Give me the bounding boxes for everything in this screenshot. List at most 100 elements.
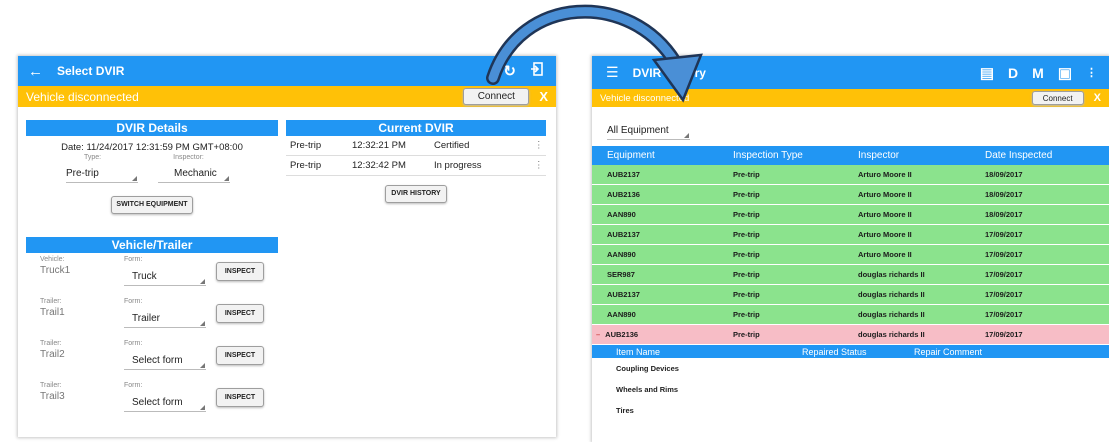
equipment-row: Trailer: Trail2 Form: Select form INSPECT [26,337,278,379]
inspect-button[interactable]: INSPECT [216,346,264,365]
inspection-type-cell: Pre-trip [733,330,760,339]
inspector-cell: Arturo Moore II [858,210,912,219]
inspector-cell: Arturo Moore II [858,190,912,199]
monitor-icon[interactable]: ▣ [1058,64,1072,82]
equipment-row: Trailer: Trail3 Form: Select form INSPECT [26,379,278,421]
inspect-button[interactable]: INSPECT [216,304,264,323]
form-dropdown[interactable]: Select form [124,397,206,412]
inspector-value: Mechanic [174,168,217,179]
history-table-header: Equipment Inspection Type Inspector Date In… [592,146,1109,165]
column-header[interactable]: Date Inspected [985,150,1095,161]
history-row[interactable]: AUB2136 Pre-trip Arturo Moore II 18/09/2017 [592,185,1109,205]
history-row[interactable]: AAN890 Pre-trip Arturo Moore II 17/09/2017 [592,245,1109,265]
history-row[interactable]: SER987 Pre-trip douglas richards II 17/09/2… [592,265,1109,285]
connection-status: Vehicle disconnected [600,92,690,104]
item-column-header: Item Name [616,346,661,357]
inspector-label: Inspector: [173,154,204,161]
history-row[interactable]: AAN890 Pre-trip douglas richards II 17/09/2… [592,305,1109,325]
more-vertical-icon[interactable]: ⋮ [1086,66,1097,79]
dvir-date: Date: 11/24/2017 12:31:59 PM GMT+08:00 [61,142,243,153]
equipment-id: AUB2136 [605,330,639,339]
more-vertical-icon[interactable]: ⋮ [534,140,544,151]
items-list: Coupling Devices Wheels and Rims Tires [592,358,1109,421]
dvir-type: Pre-trip [290,140,322,151]
dvir-history-button[interactable]: DVIR HISTORY [385,184,447,203]
vehicle-trailer-header: Vehicle/Trailer [26,237,278,253]
equipment-filter-dropdown[interactable]: All Equipment [607,125,690,140]
arrow-left-icon[interactable]: ← [28,63,43,80]
screen-title: DVIR History [632,65,706,80]
inspector-dropdown[interactable]: Mechanic [158,168,230,183]
history-row[interactable]: AUB2137 Pre-trip Arturo Moore II 17/09/2017 [592,225,1109,245]
dvir-type: Pre-trip [290,160,322,171]
logout-icon[interactable] [530,62,544,80]
current-dvir-row[interactable]: Pre-trip 12:32:21 PM Certified ⋮ [286,136,546,156]
inspect-button[interactable]: INSPECT [216,388,264,407]
history-row[interactable]: AUB2137 Pre-trip douglas richards II 17/09/… [592,285,1109,305]
form-value: Select form [132,355,183,366]
close-warning-button[interactable]: X [1094,92,1101,104]
dvir-time: 12:32:21 PM [352,140,406,151]
equipment-cell: AAN890 [592,310,733,319]
vehicle-trailer-panel: Vehicle/Trailer Vehicle: Truck1 Form: Truck… [26,237,278,421]
equipment-filter-value: All Equipment [607,125,669,136]
date-cell: 17/09/2017 [985,310,1023,319]
app-bar: ☰ DVIR History ▤ D M ▣ ⋮ [592,56,1109,89]
equipment-name: Trail2 [40,349,65,360]
dvir-status: Certified [434,140,470,151]
inspection-type-cell: Pre-trip [733,290,760,299]
connection-warning-bar: Vehicle disconnected Connect X [18,86,556,107]
equipment-name: Truck1 [40,265,71,276]
column-header[interactable]: Inspection Type [733,150,858,161]
form-dropdown[interactable]: Trailer [124,313,206,328]
equipment-cell: SER987 [592,270,733,279]
equipment-id: AUB2137 [607,170,640,179]
close-warning-button[interactable]: X [539,89,548,104]
connection-status: Vehicle disconnected [26,89,139,104]
current-dvir-header: Current DVIR [286,120,546,136]
inspect-button[interactable]: INSPECT [216,262,264,281]
inspection-item: Wheels and Rims [616,385,679,394]
equipment-id: AUB2136 [607,190,640,199]
current-dvir-panel: Current DVIR Pre-trip 12:32:21 PM Certifie… [286,120,546,203]
inspection-type-cell: Pre-trip [733,190,760,199]
menu-icon[interactable]: ☰ [606,64,619,81]
inspector-cell: douglas richards II [858,270,925,279]
m-icon[interactable]: M [1032,65,1044,81]
column-header[interactable]: Equipment [592,150,733,161]
form-dropdown[interactable]: Select form [124,355,206,370]
dvir-time: 12:32:42 PM [352,160,406,171]
equipment-id: AUB2137 [607,290,640,299]
history-row[interactable]: AUB2137 Pre-trip Arturo Moore II 18/09/2017 [592,165,1109,185]
message-icon[interactable]: ▤ [980,64,994,82]
equipment-cell: AUB2136 [592,190,733,199]
more-vertical-icon[interactable]: ⋮ [534,160,544,171]
connect-button[interactable]: Connect [463,88,530,105]
connect-button[interactable]: Connect [1031,91,1084,105]
history-row[interactable]: AAN890 Pre-trip Arturo Moore II 18/09/2017 [592,205,1109,225]
current-dvir-row[interactable]: Pre-trip 12:32:42 PM In progress ⋮ [286,156,546,176]
equipment-row: Vehicle: Truck1 Form: Truck INSPECT [26,253,278,295]
form-dropdown[interactable]: Truck [124,271,206,286]
item-column-header: Repaired Status [802,346,867,357]
equipment-cell: AAN890 [592,210,733,219]
refresh-icon[interactable]: ↻ [503,62,516,80]
inspection-item: Tires [616,406,634,415]
history-row[interactable]: – AUB2136 Pre-trip douglas richards II 17/09… [592,325,1109,345]
history-table: AUB2137 Pre-trip Arturo Moore II 18/09/2017… [592,165,1109,345]
type-dropdown[interactable]: Pre-trip [66,168,138,183]
d-icon[interactable]: D [1008,65,1018,81]
date-cell: 18/09/2017 [985,170,1023,179]
column-header[interactable]: Inspector [858,150,985,161]
equipment-kind-label: Trailer: [40,340,62,347]
date-cell: 17/09/2017 [985,230,1023,239]
collapse-marker[interactable]: – [596,330,600,339]
equipment-cell: AUB2137 [592,170,733,179]
type-label: Type: [84,154,102,161]
inspector-cell: Arturo Moore II [858,250,912,259]
equipment-id: AAN890 [607,310,636,319]
equipment-id: AUB2137 [607,230,640,239]
switch-equipment-button[interactable]: SWITCH EQUIPMENT [111,195,193,214]
date-cell: 17/09/2017 [985,330,1023,339]
item-column-header: Repair Comment [914,346,983,357]
